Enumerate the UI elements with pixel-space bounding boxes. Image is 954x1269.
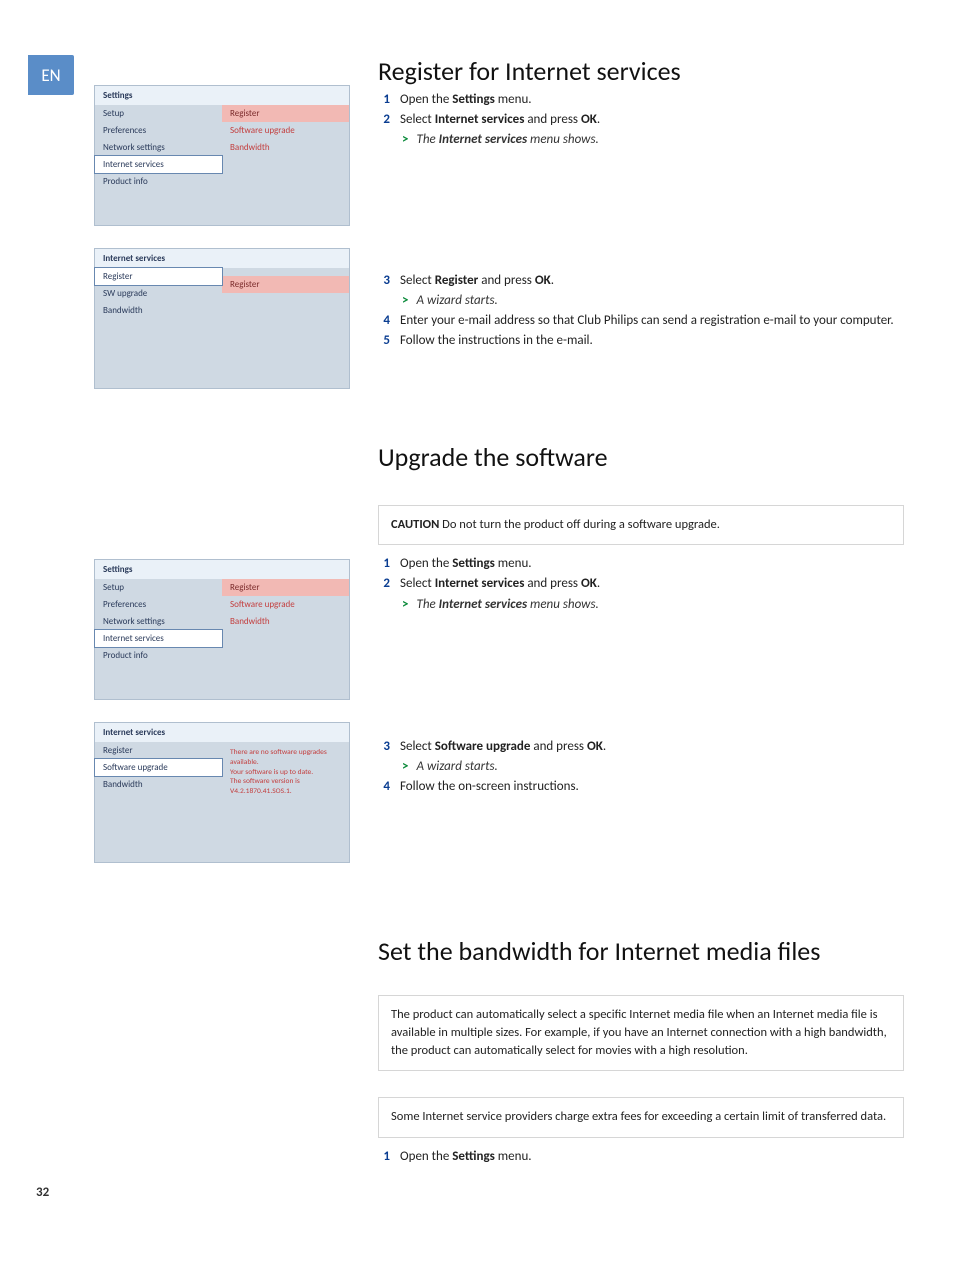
step-text: Follow the instructions in the e-mail. [400, 332, 904, 350]
menu-item-highlight: Register [222, 579, 349, 596]
sub-marker: > [402, 131, 408, 149]
menu-settings-2: Settings Setup Preferences Network setti… [94, 559, 350, 700]
menu-title: Settings [95, 560, 349, 579]
menu-internet-services-2: Internet services Register Software upgr… [94, 722, 350, 863]
step-text: Open the Settings menu. [400, 1148, 904, 1166]
menu-item: Setup [95, 105, 222, 122]
step-number: 1 [378, 1148, 390, 1166]
step-number: 3 [378, 272, 390, 290]
caution-label: CAUTION [391, 517, 439, 532]
step-text: Enter your e-mail address so that Club P… [400, 312, 904, 330]
menu-item: Product info [95, 173, 222, 190]
menu-item: Network settings [95, 139, 222, 156]
menu-item: SW upgrade [95, 285, 222, 302]
menu-item-selected: Software upgrade [94, 758, 223, 777]
menu-item: Setup [95, 579, 222, 596]
step-number: 4 [378, 778, 390, 796]
sub-marker: > [402, 758, 408, 776]
menu-item: Register [95, 742, 222, 759]
sub-text: The Internet services menu shows. [416, 596, 598, 614]
menu-item: Preferences [95, 122, 222, 139]
sub-marker: > [402, 292, 408, 310]
menu-item-highlight: Register [222, 276, 349, 293]
step-list: 3 Select Register and press OK. > A wiza… [378, 272, 904, 351]
menu-item: Network settings [95, 613, 222, 630]
menu-item: Bandwidth [95, 776, 222, 793]
sub-text: The Internet services menu shows. [416, 131, 598, 149]
section-heading: Set the bandwidth for Internet media fil… [378, 935, 904, 967]
caution-text: Do not turn the product off during a sof… [439, 517, 720, 532]
step-text: Open the Settings menu. [400, 555, 904, 573]
sub-text: A wizard starts. [416, 758, 497, 776]
step-list: 1 Open the Settings menu. 2 Select Inter… [378, 555, 904, 614]
menu-item: Bandwidth [222, 613, 349, 630]
step-number: 4 [378, 312, 390, 330]
step-list: 3 Select Software upgrade and press OK. … [378, 738, 904, 797]
step-text: Select Register and press OK. > A wizard… [400, 272, 904, 310]
menu-item-selected: Register [94, 267, 223, 286]
step-text: Open the Settings menu. [400, 91, 904, 109]
menu-item: Bandwidth [222, 139, 349, 156]
step-list: 1 Open the Settings menu. [378, 1148, 904, 1166]
step-number: 3 [378, 738, 390, 756]
step-text: Follow the on-screen instructions. [400, 778, 904, 796]
menu-title: Internet services [95, 723, 349, 742]
menu-item: Software upgrade [222, 596, 349, 613]
step-number: 1 [378, 555, 390, 573]
step-number: 2 [378, 575, 390, 593]
language-tab: EN [28, 55, 74, 95]
step-number: 5 [378, 332, 390, 350]
menu-title: Internet services [95, 249, 349, 268]
menu-item: Software upgrade [222, 122, 349, 139]
step-text: Select Software upgrade and press OK. > … [400, 738, 904, 776]
menu-info-text: There are no software upgrades available… [222, 742, 349, 803]
section-heading: Register for Internet services [378, 55, 904, 87]
menu-item: Bandwidth [95, 302, 222, 319]
step-list: 1 Open the Settings menu. 2 Select Inter… [378, 91, 904, 150]
menu-item: Product info [95, 647, 222, 664]
sub-marker: > [402, 596, 408, 614]
step-text: Select Internet services and press OK. >… [400, 111, 904, 149]
menu-item-selected: Internet services [94, 629, 223, 648]
menu-item-selected: Internet services [94, 155, 223, 174]
section-heading: Upgrade the software [378, 441, 904, 473]
menu-settings-1: Settings Setup Preferences Network setti… [94, 85, 350, 226]
menu-internet-services-1: Internet services Register SW upgrade Ba… [94, 248, 350, 389]
step-number: 1 [378, 91, 390, 109]
menu-title: Settings [95, 86, 349, 105]
sub-text: A wizard starts. [416, 292, 497, 310]
info-box: Some Internet service providers charge e… [378, 1097, 904, 1137]
page-number: 32 [36, 1185, 49, 1200]
step-number: 2 [378, 111, 390, 129]
menu-item-highlight: Register [222, 105, 349, 122]
step-text: Select Internet services and press OK. >… [400, 575, 904, 613]
info-box: The product can automatically select a s… [378, 995, 904, 1071]
menu-item: Preferences [95, 596, 222, 613]
caution-box: CAUTION Do not turn the product off duri… [378, 505, 904, 545]
